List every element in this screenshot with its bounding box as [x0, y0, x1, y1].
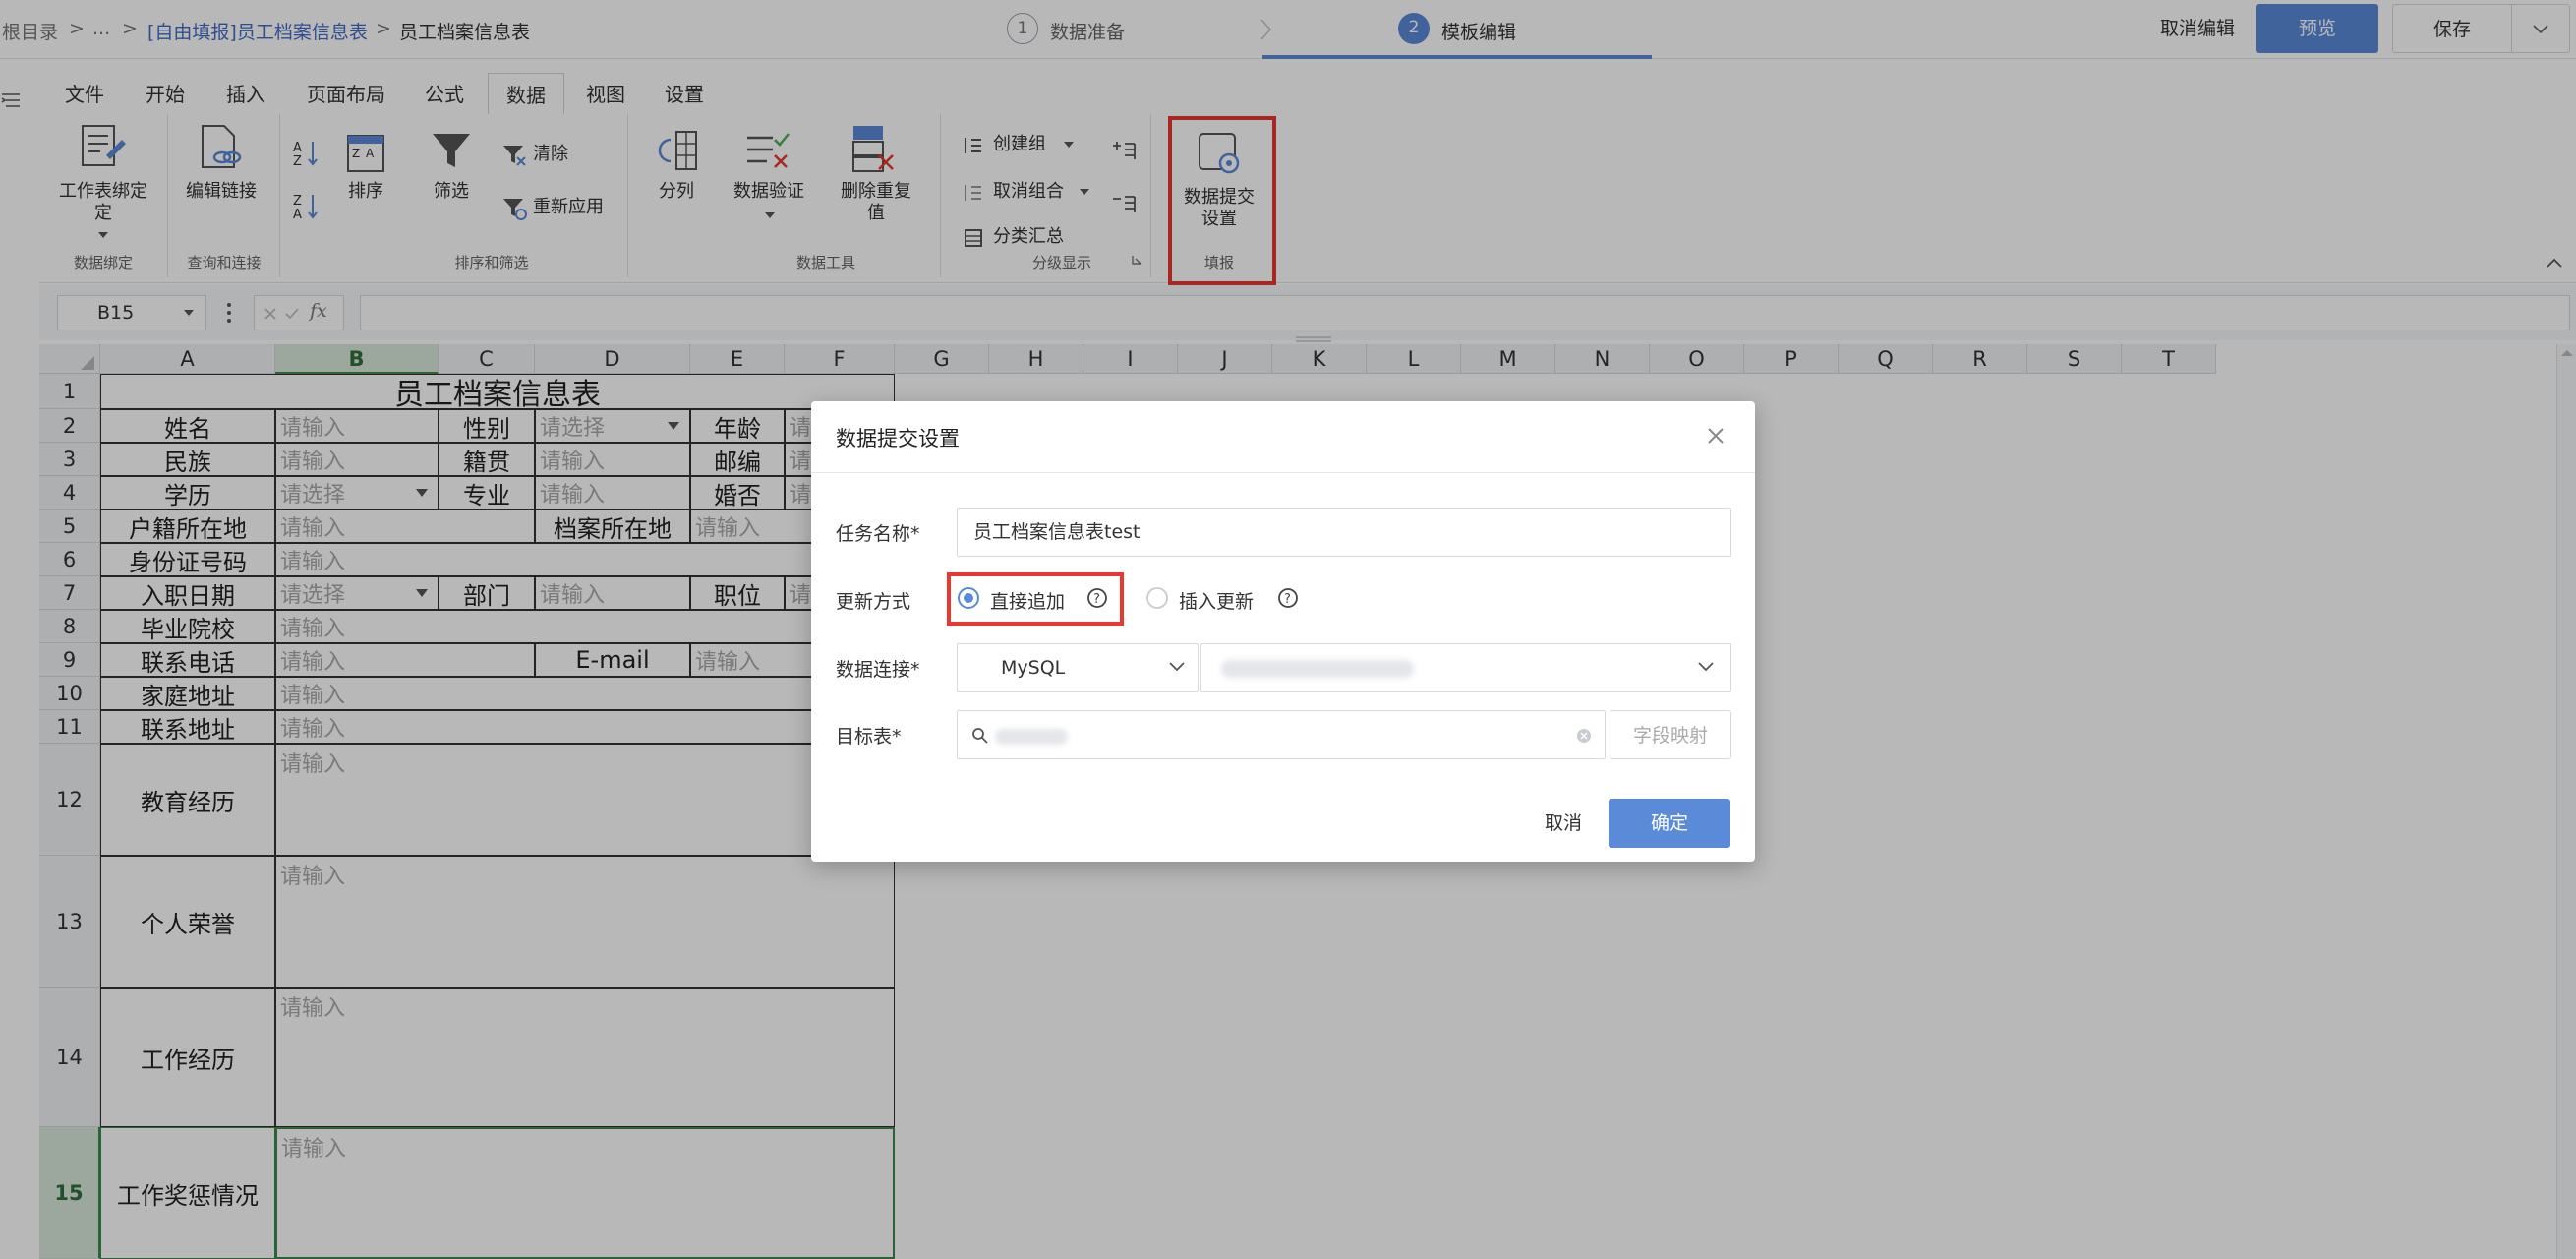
search-icon	[972, 728, 988, 744]
close-icon[interactable]	[1701, 421, 1730, 450]
clear-input-icon[interactable]	[1575, 727, 1593, 745]
connection-type-select[interactable]: MySQL	[957, 643, 1199, 692]
redacted-connection-name	[1221, 660, 1414, 678]
target-table-label: 目标表*	[836, 726, 902, 748]
field-mapping-button[interactable]: 字段映射	[1610, 710, 1731, 759]
svg-text:?: ?	[1284, 592, 1291, 607]
chevron-down-icon	[1698, 662, 1714, 672]
radio-unchecked-icon	[1146, 587, 1168, 609]
task-name-label: 任务名称*	[836, 523, 920, 545]
connection-label: 数据连接*	[836, 659, 920, 681]
update-mode-label: 更新方式	[836, 591, 911, 613]
connection-name-select[interactable]	[1200, 643, 1731, 692]
confirm-button[interactable]: 确定	[1609, 799, 1730, 848]
task-name-input[interactable]: 员工档案信息表test	[957, 508, 1731, 557]
highlight-box-dialog	[947, 572, 1124, 626]
data-submit-settings-dialog: 数据提交设置 任务名称* 员工档案信息表test 更新方式 直接追加 ? 插入更…	[811, 401, 1755, 862]
target-table-input[interactable]	[957, 710, 1606, 759]
dialog-divider	[811, 472, 1755, 473]
radio-upsert-label: 插入更新	[1179, 591, 1255, 613]
dialog-title: 数据提交设置	[836, 427, 960, 450]
cancel-button[interactable]: 取消	[1519, 799, 1608, 848]
chevron-down-icon	[1169, 662, 1185, 672]
redacted-table-name	[995, 729, 1068, 745]
connection-type-value: MySQL	[1001, 657, 1066, 679]
help-icon[interactable]: ?	[1277, 587, 1299, 609]
